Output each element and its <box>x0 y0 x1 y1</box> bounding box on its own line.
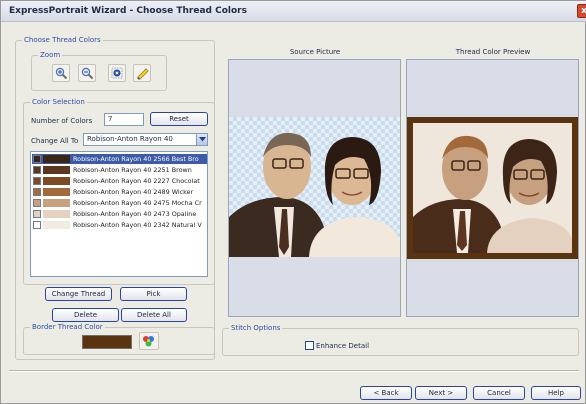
color-picker-button[interactable] <box>139 332 159 350</box>
thread-name: Robison-Anton Rayon 40 2566 Best Bro <box>73 155 199 163</box>
change-thread-button[interactable]: Change Thread <box>45 287 112 301</box>
thread-swatch <box>43 221 70 229</box>
thread-checkbox[interactable] <box>33 210 41 218</box>
cancel-button[interactable]: Cancel <box>473 386 525 400</box>
close-icon[interactable]: x <box>577 4 586 18</box>
thread-preview-image <box>407 117 578 259</box>
thread-swatch <box>43 199 70 207</box>
pick-button[interactable]: Pick <box>120 287 187 301</box>
thread-swatch <box>43 188 70 196</box>
choose-thread-colors-label: Choose Thread Colors <box>22 36 103 44</box>
change-all-to-select[interactable]: Robison-Anton Rayon 40 <box>83 133 208 146</box>
help-button[interactable]: Help <box>531 386 581 400</box>
zoom-out-icon <box>81 67 94 80</box>
number-of-colors-field[interactable]: 7 <box>104 113 144 126</box>
thread-color-preview-label: Thread Color Preview <box>455 48 531 56</box>
next-button[interactable]: Next > <box>415 386 467 400</box>
thread-name: Robison-Anton Rayon 40 2489 Wicker <box>73 188 194 196</box>
thread-row[interactable]: Robison-Anton Rayon 40 2251 Brown <box>32 165 207 175</box>
thread-checkbox[interactable] <box>33 221 41 229</box>
zoom-fit-button[interactable] <box>108 64 126 82</box>
thread-name: Robison-Anton Rayon 40 2473 Opaline <box>73 210 197 218</box>
source-picture-panel <box>228 59 401 317</box>
thread-color-preview-panel <box>406 59 579 317</box>
thread-checkbox[interactable] <box>33 166 41 174</box>
wizard-window: ExpressPortrait Wizard - Choose Thread C… <box>0 0 586 404</box>
thread-swatch <box>43 166 70 174</box>
thread-swatch <box>43 210 70 218</box>
border-color-swatch <box>82 335 132 349</box>
thread-name: Robison-Anton Rayon 40 2342 Natural V <box>73 221 202 229</box>
thread-row[interactable]: Robison-Anton Rayon 40 2342 Natural V <box>32 220 207 230</box>
thread-name: Robison-Anton Rayon 40 2227 Chocolat <box>73 177 200 185</box>
thread-row[interactable]: Robison-Anton Rayon 40 2227 Chocolat <box>32 176 207 186</box>
change-all-to-label: Change All To <box>31 137 79 145</box>
thread-row[interactable]: Robison-Anton Rayon 40 2489 Wicker <box>32 187 207 197</box>
thread-name: Robison-Anton Rayon 40 2475 Mocha Cr <box>73 199 202 207</box>
thread-name: Robison-Anton Rayon 40 2251 Brown <box>73 166 192 174</box>
stitch-options-group: Stitch Options <box>222 324 579 356</box>
highlight-pen-icon <box>137 68 149 80</box>
thread-list[interactable]: Robison-Anton Rayon 40 2566 Best Bro Rob… <box>30 151 208 277</box>
zoom-fit-icon <box>111 67 123 79</box>
thread-checkbox[interactable] <box>33 177 41 185</box>
color-palette-icon <box>143 336 154 347</box>
thread-checkbox[interactable] <box>33 155 41 163</box>
enhance-detail-label: Enhance Detail <box>316 342 370 350</box>
thread-swatch <box>43 177 70 185</box>
thread-row[interactable]: Robison-Anton Rayon 40 2475 Mocha Cr <box>32 198 207 208</box>
dropdown-button[interactable] <box>196 134 207 145</box>
title-bar: ExpressPortrait Wizard - Choose Thread C… <box>1 1 586 22</box>
border-thread-color-label: Border Thread Color <box>30 323 105 331</box>
change-all-to-value: Robison-Anton Rayon 40 <box>87 135 173 143</box>
source-picture-label: Source Picture <box>289 48 341 56</box>
color-selection-label: Color Selection <box>30 98 87 106</box>
thread-swatch <box>43 155 70 163</box>
highlight-pen-button[interactable] <box>133 64 151 82</box>
thread-checkbox[interactable] <box>33 199 41 207</box>
thread-checkbox[interactable] <box>33 188 41 196</box>
footer-divider <box>9 370 579 372</box>
zoom-out-button[interactable] <box>78 64 96 82</box>
chevron-down-icon <box>199 137 206 142</box>
zoom-in-button[interactable] <box>52 64 70 82</box>
zoom-in-icon <box>55 67 68 80</box>
window-title: ExpressPortrait Wizard - Choose Thread C… <box>9 6 247 16</box>
reset-button[interactable]: Reset <box>150 112 208 126</box>
thread-row[interactable]: Robison-Anton Rayon 40 2473 Opaline <box>32 209 207 219</box>
delete-all-button[interactable]: Delete All <box>121 308 187 322</box>
back-button[interactable]: < Back <box>360 386 412 400</box>
thread-row[interactable]: Robison-Anton Rayon 40 2566 Best Bro <box>32 154 207 164</box>
number-of-colors-label: Number of Colors <box>31 117 93 125</box>
delete-button[interactable]: Delete <box>52 308 119 322</box>
zoom-label: Zoom <box>38 51 63 59</box>
enhance-detail-checkbox[interactable] <box>305 341 314 350</box>
stitch-options-label: Stitch Options <box>229 324 283 332</box>
source-portrait-image <box>229 117 400 257</box>
